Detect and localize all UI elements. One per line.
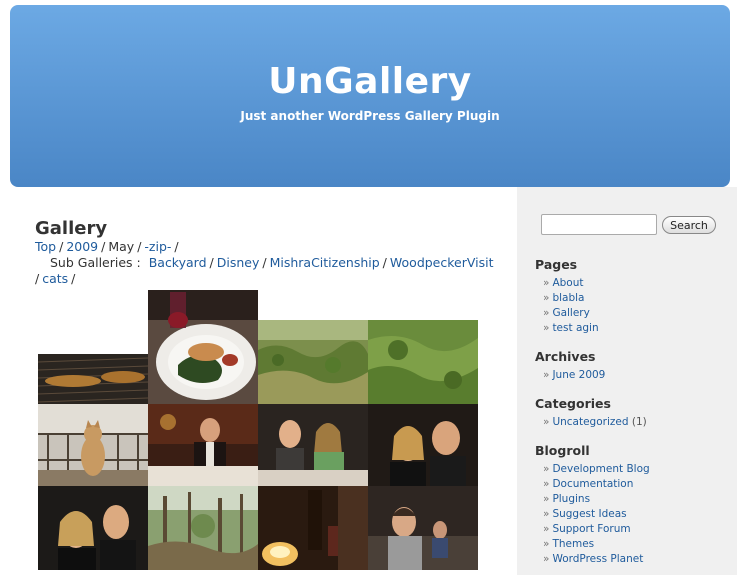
blogroll-link-support-forum[interactable]: Support Forum bbox=[552, 523, 630, 535]
list-item: » June 2009 bbox=[543, 368, 605, 383]
breadcrumb-separator: / bbox=[101, 239, 106, 254]
gallery-thumbnail-woods[interactable] bbox=[148, 486, 258, 570]
blogroll-list: » Development Blog » Documentation » Plugin… bbox=[543, 462, 650, 567]
bullet-arrow-icon: » bbox=[543, 322, 550, 334]
sub-gallery-link-backyard[interactable]: Backyard bbox=[149, 255, 207, 270]
gallery-thumbnail-couple-smiling[interactable] bbox=[368, 404, 478, 486]
separator: / bbox=[71, 271, 76, 286]
pages-heading: Pages bbox=[535, 257, 578, 272]
list-item: » Development Blog bbox=[543, 462, 650, 477]
blogroll-link-themes[interactable]: Themes bbox=[552, 538, 594, 550]
gallery-thumbnail-cat[interactable] bbox=[38, 404, 148, 486]
bullet-arrow-icon: » bbox=[543, 538, 550, 550]
breadcrumb-separator: / bbox=[137, 239, 142, 254]
gallery-thumbnail-couple-dinner[interactable] bbox=[258, 404, 368, 486]
blogroll-link-wordpress-planet[interactable]: WordPress Planet bbox=[552, 553, 643, 565]
list-item: » Gallery bbox=[543, 306, 599, 321]
bullet-arrow-icon: » bbox=[543, 369, 550, 381]
sub-gallery-link-disney[interactable]: Disney bbox=[217, 255, 260, 270]
blogroll-link-plugins[interactable]: Plugins bbox=[552, 493, 590, 505]
separator: / bbox=[262, 255, 267, 270]
blog-title[interactable]: UnGallery bbox=[10, 61, 730, 102]
zip-download-link[interactable]: -zip- bbox=[144, 239, 171, 254]
blogroll-link-development-blog[interactable]: Development Blog bbox=[552, 463, 649, 475]
pages-list: » About » blabla » Gallery » test agin bbox=[543, 276, 599, 336]
sub-gallery-link-cats[interactable]: cats bbox=[42, 271, 68, 286]
bullet-arrow-icon: » bbox=[543, 493, 550, 505]
separator: / bbox=[209, 255, 214, 270]
list-item: » test agin bbox=[543, 321, 599, 336]
bullet-arrow-icon: » bbox=[543, 277, 550, 289]
sub-galleries-continued: / cats / bbox=[35, 271, 78, 286]
sub-gallery-link-mishracitizenship[interactable]: MishraCitizenship bbox=[270, 255, 380, 270]
bullet-arrow-icon: » bbox=[543, 523, 550, 535]
category-count: (1) bbox=[631, 416, 647, 428]
sub-galleries: Sub Galleries : Backyard / Disney / MishraCi… bbox=[50, 255, 494, 270]
page-link-about[interactable]: About bbox=[552, 277, 583, 289]
breadcrumb-separator: / bbox=[174, 239, 179, 254]
gallery-thumbnail-backyard-grass[interactable] bbox=[258, 320, 368, 404]
bullet-arrow-icon: » bbox=[543, 307, 550, 319]
list-item: » blabla bbox=[543, 291, 599, 306]
gallery-thumbnail-dinner-plate[interactable] bbox=[148, 290, 258, 404]
page-link-gallery[interactable]: Gallery bbox=[552, 307, 589, 319]
archive-link-june-2009[interactable]: June 2009 bbox=[552, 369, 605, 381]
list-item: » WordPress Planet bbox=[543, 552, 650, 567]
list-item: » Suggest Ideas bbox=[543, 507, 650, 522]
category-link-uncategorized[interactable]: Uncategorized bbox=[552, 416, 628, 428]
gallery-thumbnail-garden[interactable] bbox=[368, 320, 478, 404]
sub-galleries-label: Sub Galleries : bbox=[50, 255, 141, 270]
archives-heading: Archives bbox=[535, 349, 596, 364]
blogroll-link-suggest-ideas[interactable]: Suggest Ideas bbox=[552, 508, 626, 520]
archives-list: » June 2009 bbox=[543, 368, 605, 383]
breadcrumb: Top/2009/May / -zip- / bbox=[35, 239, 182, 254]
blog-description: Just another WordPress Gallery Plugin bbox=[240, 109, 500, 123]
breadcrumb-year-link[interactable]: 2009 bbox=[66, 239, 98, 254]
bullet-arrow-icon: » bbox=[543, 553, 550, 565]
gallery-thumbnail-grill[interactable] bbox=[38, 354, 148, 404]
blogroll-heading: Blogroll bbox=[535, 443, 590, 458]
bullet-arrow-icon: » bbox=[543, 508, 550, 520]
blogroll-link-documentation[interactable]: Documentation bbox=[552, 478, 633, 490]
list-item: » Uncategorized (1) bbox=[543, 415, 647, 430]
gallery-thumbnail-couple-portrait[interactable] bbox=[38, 486, 148, 570]
categories-heading: Categories bbox=[535, 396, 611, 411]
list-item: » About bbox=[543, 276, 599, 291]
breadcrumb-separator: / bbox=[59, 239, 64, 254]
search-button[interactable]: Search bbox=[662, 216, 716, 234]
breadcrumb-top-link[interactable]: Top bbox=[35, 239, 56, 254]
categories-list: » Uncategorized (1) bbox=[543, 415, 647, 430]
bullet-arrow-icon: » bbox=[543, 478, 550, 490]
search-input[interactable] bbox=[541, 214, 657, 235]
bullet-arrow-icon: » bbox=[543, 416, 550, 428]
page-link-blabla[interactable]: blabla bbox=[552, 292, 584, 304]
list-item: » Plugins bbox=[543, 492, 650, 507]
page-link-test-agin[interactable]: test agin bbox=[552, 322, 598, 334]
bullet-arrow-icon: » bbox=[543, 292, 550, 304]
separator: / bbox=[35, 271, 40, 286]
list-item: » Documentation bbox=[543, 477, 650, 492]
gallery-thumbnail-restaurant[interactable] bbox=[148, 404, 258, 486]
separator: / bbox=[382, 255, 387, 270]
breadcrumb-current-month: May bbox=[108, 239, 135, 254]
sub-gallery-link-woodpeckervisit[interactable]: WoodpeckerVisit bbox=[390, 255, 494, 270]
list-item: » Support Forum bbox=[543, 522, 650, 537]
sidebar: Search Pages » About » blabla » Gallery » te… bbox=[517, 187, 737, 575]
site-header: UnGallery Just another WordPress Gallery… bbox=[10, 5, 730, 187]
gallery-thumbnail-candle-wine[interactable] bbox=[258, 486, 368, 570]
bullet-arrow-icon: » bbox=[543, 463, 550, 475]
page-title: Gallery bbox=[35, 218, 108, 239]
gallery-thumbnail-guests[interactable] bbox=[368, 486, 478, 570]
list-item: » Themes bbox=[543, 537, 650, 552]
